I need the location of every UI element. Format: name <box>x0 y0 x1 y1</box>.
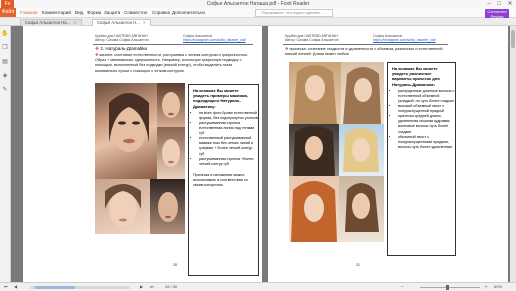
layers-icon[interactable]: ◈ <box>1 72 9 80</box>
window-title: Софья Альсантон Наташа.pdf - Foxit Reade… <box>206 1 310 7</box>
menu-item-protect[interactable]: Защита <box>104 8 120 17</box>
header-instagram-link[interactable]: https://instagram.com/sofia_alsante_cat/ <box>183 38 258 42</box>
box-note: Прическа в наложении можно использовать … <box>193 172 248 188</box>
file-menu-button[interactable]: Файл <box>0 8 16 17</box>
vertical-scrollbar[interactable] <box>510 26 516 282</box>
box-bullet-list: на всех фото брови естественной формы, б… <box>189 111 258 167</box>
attachment-icon[interactable]: ✎ <box>1 86 9 94</box>
box-title: На колажах Вы можете увидеть различные в… <box>392 66 440 87</box>
makeup-photo-3 <box>157 127 185 179</box>
tab-label: Софья Альсантон На... <box>25 20 71 25</box>
intro-paragraph: ❖ прическа: сочетание гладкости и удлине… <box>285 47 455 57</box>
pdf-page-right: Курбан для ЧАКТЕВО АФГАНАН Автор: Сизова… <box>268 26 508 284</box>
navigation-sidebar: ✋ ❐ ▤ ◈ ✎ <box>0 26 11 282</box>
face-illustration <box>293 126 335 176</box>
menu-item-help[interactable]: Справка <box>152 8 170 17</box>
list-item: растушеванная стрелка +более четкий конт… <box>199 157 258 167</box>
section-title-text: 2. Натураль-Дramatikи <box>100 46 148 51</box>
hair-info-box: На колажах Вы можете увидеть различные в… <box>387 62 456 256</box>
list-item: высокий объемный хвост с полураспущенной… <box>398 104 455 114</box>
makeup-photo-5 <box>150 179 185 234</box>
header-divider <box>93 44 253 45</box>
box-bullet-list: распущенные длинные волосы с естественно… <box>388 89 455 150</box>
ribbon-menu: Файл Главная Комментарий Вид Форма Защит… <box>0 8 516 18</box>
list-item: прическа средней длины, удлиненная пышна… <box>398 114 455 134</box>
header-contact: Софья Альсантон https://instagram.com/so… <box>183 34 258 42</box>
menu-item-view[interactable]: Вид <box>75 8 83 17</box>
hair-photo-5 <box>289 176 339 242</box>
makeup-photo-2 <box>157 83 185 127</box>
intro-text: прическа: сочетание гладкости и удлиненн… <box>285 47 443 57</box>
face-illustration <box>109 93 149 152</box>
face-illustration <box>293 65 337 124</box>
close-button[interactable]: ✕ <box>505 0 515 8</box>
header-author: Курбан для ЧАКТЕВО АФГАНАН Автор: Сизова… <box>95 34 175 42</box>
zoom-slider-handle[interactable] <box>446 284 449 290</box>
menu-item-comment[interactable]: Комментарий <box>42 8 71 17</box>
document-tab-bar: Софья Альсантон На... ✕ Софья Альсантон Н… <box>0 18 516 26</box>
hair-photo-3 <box>289 124 339 176</box>
hair-photo-4 <box>339 124 384 176</box>
header-author: Курбан для ЧАКТЕВО АФГАНАН Автор: Сизова… <box>285 34 365 42</box>
tell-me-search-input[interactable]: Расскажите, что нужно сделать <box>255 9 333 17</box>
hair-photo-1 <box>289 62 341 124</box>
header-contact: Софья Альсантон https://instagram.com/so… <box>373 34 453 42</box>
maximize-button[interactable]: □ <box>494 0 504 8</box>
header-sub-line: Автор: Сизова Софья Альсантон <box>285 38 339 42</box>
menu-item-extras[interactable]: Дополнительно <box>172 8 205 17</box>
face-illustration <box>158 192 178 222</box>
tab-close-icon[interactable]: ✕ <box>73 20 77 25</box>
page-number: 31 <box>356 263 360 267</box>
bookmark-icon[interactable]: ❐ <box>1 44 9 52</box>
header-instagram-link[interactable]: https://instagram.com/sofia_alsante_cat/ <box>373 38 453 42</box>
document-tab-1[interactable]: Софья Альсантон На... ✕ <box>20 19 82 26</box>
intro-paragraph: ❖ жизнен: сочетание естественности, раст… <box>95 53 255 74</box>
horizontal-scrollbar[interactable] <box>30 285 130 289</box>
face-illustration <box>162 139 180 167</box>
zoom-slider[interactable] <box>420 286 480 288</box>
face-illustration <box>343 128 379 172</box>
hair-photo-2 <box>341 62 384 124</box>
face-illustration <box>345 183 379 232</box>
makeup-photo-4 <box>95 179 150 234</box>
document-tab-2[interactable]: Софья Альсантон Н... ✕ <box>92 19 152 26</box>
intro-text: жизнен: сочетание естественности, растуш… <box>95 53 249 73</box>
list-item: на всех фото брови естественной формы, б… <box>199 111 258 121</box>
list-item: растушеванная стрелка естественная линия… <box>199 121 258 136</box>
hair-photo-6 <box>339 176 384 242</box>
tab-label: Софья Альсантон Н... <box>97 20 140 25</box>
pdf-page-left: Курбан для ЧАКТЕВО АФГАНАН Автор: Сизова… <box>23 26 262 284</box>
scrollbar-thumb[interactable] <box>511 30 515 48</box>
hand-tool-icon[interactable]: ✋ <box>1 30 9 38</box>
menu-item-form[interactable]: Форма <box>87 8 101 17</box>
face-illustration <box>105 184 141 227</box>
box-title: На колажах Вы можете увидеть примеры мак… <box>193 88 249 109</box>
list-item: объемный хвост с полураспущенными прядям… <box>398 135 455 150</box>
red-mark-icon: ❖ <box>95 46 100 51</box>
page-number: 28 <box>173 263 177 267</box>
pages-thumbnail-icon[interactable]: ▤ <box>1 58 9 66</box>
menu-item-home[interactable]: Главная <box>20 8 37 17</box>
face-illustration <box>343 67 381 124</box>
scrollbar-thumb[interactable] <box>35 285 75 289</box>
face-illustration <box>291 181 337 242</box>
list-item: распущенные длинные волосы с естественно… <box>398 89 455 104</box>
minimize-button[interactable]: – <box>484 0 494 8</box>
section-title: ❖ 2. Натураль-Дramatikи <box>95 46 147 52</box>
makeup-photo-1 <box>95 83 157 179</box>
tab-close-icon[interactable]: ✕ <box>143 20 147 25</box>
header-sub-line: Автор: Сизова Софья Альсантон <box>95 38 149 42</box>
header-divider <box>283 44 448 45</box>
menu-item-share[interactable]: Совместно <box>124 8 147 17</box>
list-item: естественный растушеванный макияж глаз б… <box>199 136 258 156</box>
makeup-info-box: На колажах Вы можете увидеть примеры мак… <box>188 84 259 276</box>
face-illustration <box>162 92 180 118</box>
